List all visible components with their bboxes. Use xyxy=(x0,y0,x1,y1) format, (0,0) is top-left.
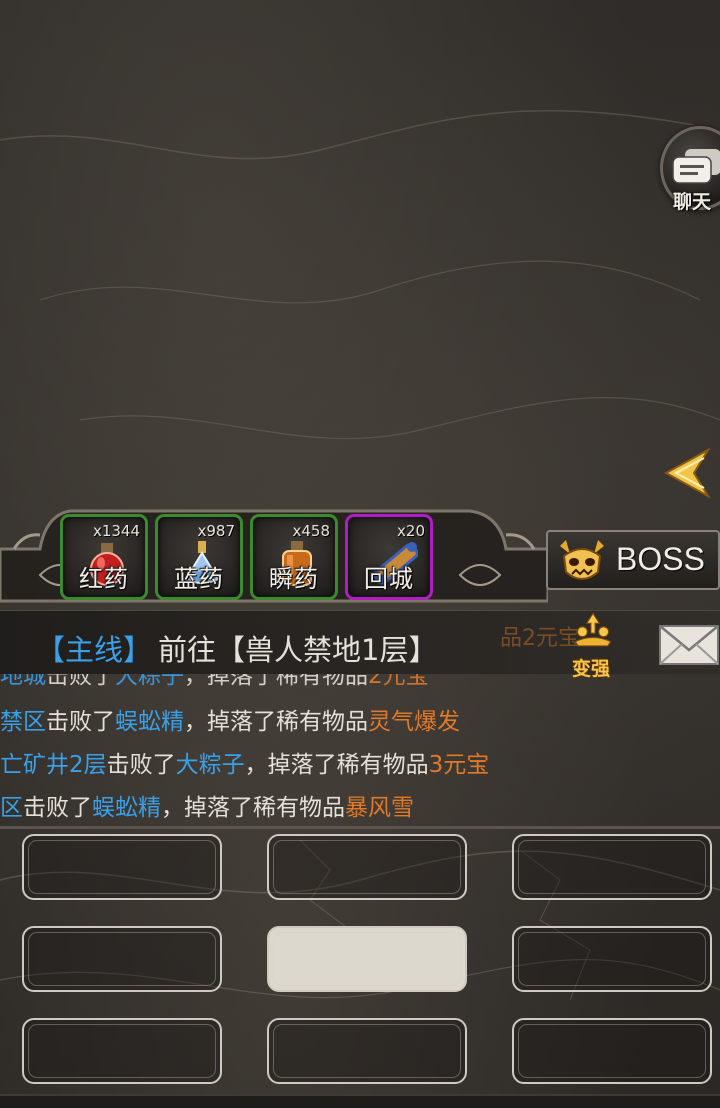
log-line: 禁区击败了蜈蚣精，掉落了稀有物品灵气爆发 xyxy=(0,702,460,736)
log-location: 禁区 xyxy=(0,709,46,735)
grid-button-5-selected[interactable] xyxy=(267,926,467,992)
item-name: 回城 xyxy=(364,565,414,593)
log-location: 亡矿井2层 xyxy=(0,752,107,778)
item-count: x987 xyxy=(197,522,235,540)
item-slot-return-scroll[interactable]: x20 回城 xyxy=(345,514,433,600)
item-count: x458 xyxy=(292,522,330,540)
item-name: 红药 xyxy=(79,565,129,593)
divider xyxy=(0,826,720,829)
log-text: ，掉落了稀有物品 xyxy=(244,752,429,778)
collapse-arrow-icon[interactable] xyxy=(660,444,712,502)
item-slot-blue-potion[interactable]: x987 蓝药 xyxy=(155,514,243,600)
log-line: 地城击败了大粽子，掉落了稀有物品2元宝 xyxy=(0,674,429,690)
grid-button-3[interactable] xyxy=(512,834,712,900)
item-count: x20 xyxy=(397,522,425,540)
log-text: 击败了 xyxy=(46,674,115,689)
log-text: 击败了 xyxy=(46,709,115,735)
grid-button-6[interactable] xyxy=(512,926,712,992)
log-monster: 蜈蚣精 xyxy=(115,709,184,735)
item-slot-red-potion[interactable]: x1344 红药 xyxy=(60,514,148,600)
log-line: 亡矿井2层击败了大粽子，掉落了稀有物品3元宝 xyxy=(0,745,489,779)
quest-text: 前往【兽人禁地1层】 xyxy=(158,633,438,667)
item-name: 蓝药 xyxy=(174,565,224,593)
log-text: 击败了 xyxy=(23,795,92,821)
quest-tag: 【主线】 xyxy=(36,633,153,667)
log-item: 2元宝 xyxy=(368,674,429,689)
log-item: 暴风雪 xyxy=(345,795,414,821)
power-up-icon xyxy=(574,612,612,647)
grid-button-8[interactable] xyxy=(267,1018,467,1084)
grid-button-2[interactable] xyxy=(267,834,467,900)
log-item: 灵气爆发 xyxy=(368,709,460,735)
log-location: 区 xyxy=(0,795,23,821)
power-up-button[interactable]: 变强 xyxy=(560,612,626,680)
mail-icon[interactable] xyxy=(658,622,720,668)
log-text: 击败了 xyxy=(106,752,176,778)
log-location: 地城 xyxy=(0,674,46,689)
item-slot-instant-potion[interactable]: x458 瞬药 xyxy=(250,514,338,600)
grid-button-4[interactable] xyxy=(22,926,222,992)
grid-button-7[interactable] xyxy=(22,1018,222,1084)
log-monster: 大粽子 xyxy=(115,674,184,689)
log-monster: 大粽子 xyxy=(175,752,245,778)
demon-skull-icon xyxy=(560,540,604,580)
grid-button-1[interactable] xyxy=(22,834,222,900)
log-text: ，掉落了稀有物品 xyxy=(184,674,368,689)
bottom-strip xyxy=(0,1094,720,1108)
boss-label: BOSS xyxy=(616,541,705,577)
log-item: 3元宝 xyxy=(428,752,490,778)
grid-button-9[interactable] xyxy=(512,1018,712,1084)
log-text: ，掉落了稀有物品 xyxy=(184,709,368,735)
log-monster: 蜈蚣精 xyxy=(92,795,161,821)
chat-label: 聊天 xyxy=(673,191,712,213)
log-line: 区击败了蜈蚣精，掉落了稀有物品暴风雪 xyxy=(0,788,414,822)
boss-button[interactable]: BOSS xyxy=(546,530,720,590)
item-name: 瞬药 xyxy=(269,565,319,593)
item-count: x1344 xyxy=(92,522,140,540)
chat-bubble-icon xyxy=(672,149,720,184)
system-log: 地城击败了大粽子，掉落了稀有物品2元宝 禁区击败了蜈蚣精，掉落了稀有物品灵气爆发… xyxy=(0,674,720,824)
log-text: ，掉落了稀有物品 xyxy=(161,795,345,821)
